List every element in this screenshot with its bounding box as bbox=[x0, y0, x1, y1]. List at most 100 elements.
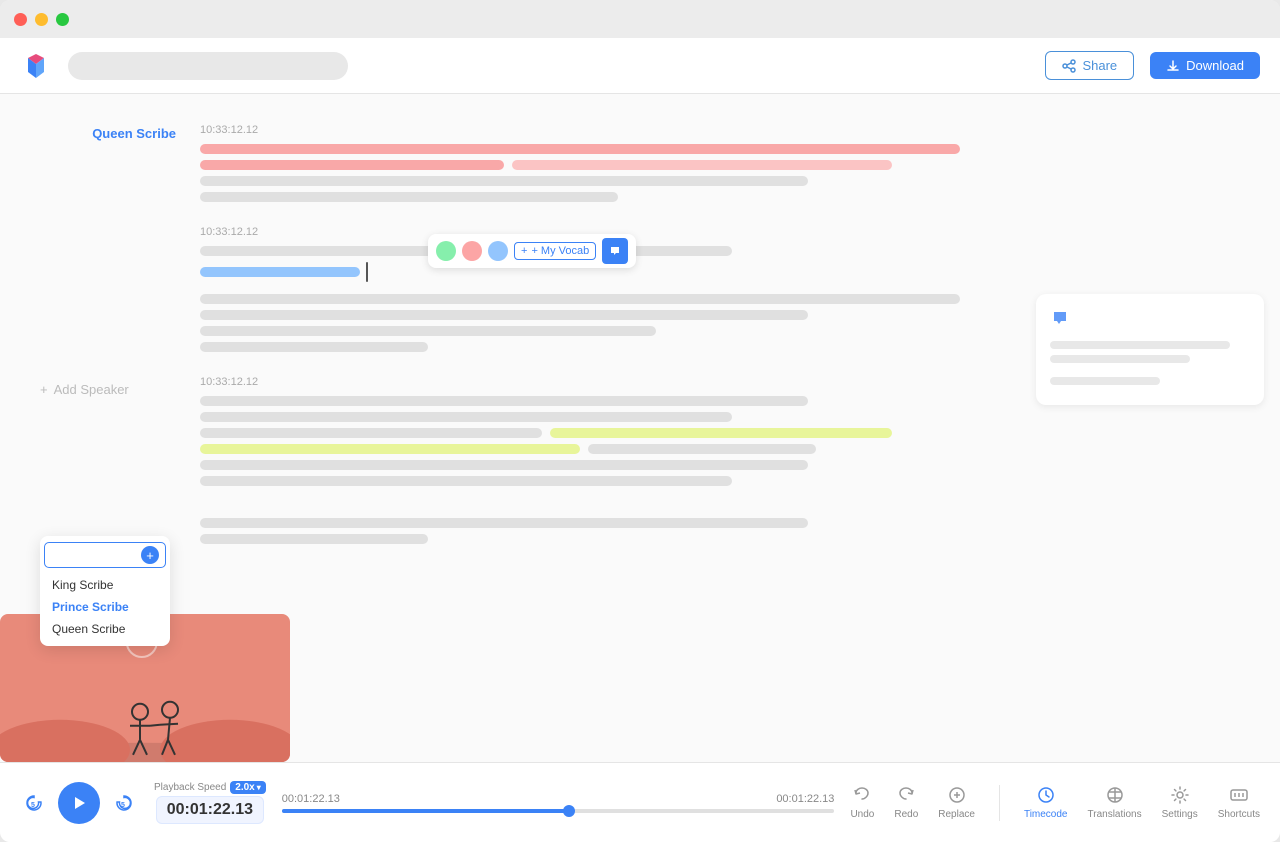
svg-text:5: 5 bbox=[31, 802, 35, 809]
shortcuts-icon bbox=[1229, 785, 1249, 805]
share-button[interactable]: Share bbox=[1045, 51, 1134, 80]
color-red-btn[interactable] bbox=[462, 241, 482, 261]
transcript-block-3: + Add Speaker 10:33:12.12 bbox=[0, 376, 1020, 544]
text-line bbox=[200, 460, 808, 470]
dropdown-item-queen[interactable]: Queen Scribe bbox=[44, 618, 166, 640]
my-vocab-button[interactable]: + + My Vocab bbox=[514, 242, 596, 260]
comment-text-line-3 bbox=[1050, 377, 1160, 385]
text-lines-2: + + My Vocab bbox=[200, 246, 960, 352]
comment-text-line-2 bbox=[1050, 355, 1190, 363]
text-line bbox=[200, 342, 428, 352]
dropdown-item-king[interactable]: King Scribe bbox=[44, 574, 166, 596]
speaker-dropdown[interactable]: + King Scribe Prince Scribe Queen Scribe bbox=[40, 536, 170, 646]
redo-icon bbox=[896, 785, 916, 805]
transcript-content-3: 10:33:12.12 bbox=[200, 376, 960, 544]
text-lines-1 bbox=[200, 144, 960, 202]
translations-group[interactable]: Translations bbox=[1088, 785, 1142, 820]
progress-bar[interactable] bbox=[282, 809, 835, 813]
current-time-label: 00:01:22.13 bbox=[282, 793, 340, 805]
text-line bbox=[200, 428, 542, 438]
text-line bbox=[200, 534, 428, 544]
timecode-icon bbox=[1036, 785, 1056, 805]
undo-group[interactable]: Undo bbox=[850, 785, 874, 820]
transcript-content-1: 10:33:12.12 bbox=[200, 124, 960, 202]
color-blue-btn[interactable] bbox=[488, 241, 508, 261]
text-line-highlighted bbox=[200, 444, 580, 454]
settings-group[interactable]: Settings bbox=[1162, 785, 1198, 820]
play-button[interactable] bbox=[58, 782, 100, 824]
add-speaker-label: Add Speaker bbox=[54, 382, 129, 397]
speaker-queen[interactable]: Queen Scribe bbox=[40, 124, 200, 202]
text-line bbox=[200, 412, 732, 422]
text-line-highlighted bbox=[550, 428, 892, 438]
titlebar bbox=[0, 0, 1280, 38]
maximize-button[interactable] bbox=[56, 13, 69, 26]
color-green-btn[interactable] bbox=[436, 241, 456, 261]
speaker-search-row: + bbox=[44, 542, 166, 568]
editor-area[interactable]: Queen Scribe 10:33:12.12 bbox=[0, 94, 1020, 762]
rewind-button[interactable]: 5 bbox=[20, 789, 48, 817]
download-button[interactable]: Download bbox=[1150, 52, 1260, 79]
text-line bbox=[200, 310, 808, 320]
text-line bbox=[200, 518, 808, 528]
dropdown-item-prince[interactable]: Prince Scribe bbox=[44, 596, 166, 618]
timecode-display: 00:01:22.13 bbox=[156, 796, 264, 824]
text-line bbox=[588, 444, 816, 454]
comment-icon bbox=[609, 245, 621, 257]
document-title-input[interactable] bbox=[68, 52, 348, 80]
undo-icon bbox=[852, 785, 872, 805]
text-line bbox=[200, 326, 656, 336]
selected-text bbox=[200, 267, 360, 277]
vocab-plus-icon: + bbox=[521, 245, 527, 257]
speaker-block2 bbox=[40, 226, 200, 352]
shortcuts-group[interactable]: Shortcuts bbox=[1218, 785, 1260, 820]
replace-label: Replace bbox=[938, 809, 975, 820]
timestamp-3: 10:33:12.12 bbox=[200, 376, 960, 388]
add-speaker-btn[interactable]: + bbox=[141, 546, 159, 564]
minimize-button[interactable] bbox=[35, 13, 48, 26]
redo-label: Redo bbox=[894, 809, 918, 820]
undo-label: Undo bbox=[850, 809, 874, 820]
transcript-block-1: Queen Scribe 10:33:12.12 bbox=[0, 124, 1020, 202]
text-line bbox=[200, 144, 960, 154]
progress-times: 00:01:22.13 00:01:22.13 bbox=[282, 793, 835, 805]
progress-bar-fill bbox=[282, 809, 569, 813]
playback-controls: 5 5 bbox=[20, 782, 138, 824]
add-speaker-row[interactable]: + Add Speaker bbox=[40, 378, 176, 401]
translations-label: Translations bbox=[1088, 809, 1142, 820]
text-line bbox=[200, 396, 808, 406]
progress-section: 00:01:22.13 00:01:22.13 bbox=[282, 793, 835, 813]
settings-label: Settings bbox=[1162, 809, 1198, 820]
timestamp-1: 10:33:12.12 bbox=[200, 124, 960, 136]
text-line bbox=[200, 476, 732, 486]
transcript-block-2: 10:33:12.12 + bbox=[0, 226, 1020, 352]
close-button[interactable] bbox=[14, 13, 27, 26]
redo-group[interactable]: Redo bbox=[894, 785, 918, 820]
timecode-group[interactable]: Timecode bbox=[1024, 785, 1068, 820]
settings-icon bbox=[1170, 785, 1190, 805]
speed-section: Playback Speed 2.0x ▾ 00:01:22.13 bbox=[154, 781, 266, 824]
translations-icon bbox=[1105, 785, 1125, 805]
progress-thumb[interactable] bbox=[563, 805, 575, 817]
main-content: Queen Scribe 10:33:12.12 bbox=[0, 94, 1280, 762]
speaker-search-input[interactable] bbox=[51, 548, 131, 562]
end-time-label: 00:01:22.13 bbox=[776, 793, 834, 805]
inline-toolbar: + + My Vocab bbox=[428, 234, 636, 268]
speed-label: Playback Speed bbox=[154, 782, 226, 793]
text-line bbox=[200, 176, 808, 186]
speed-value: 2.0x bbox=[235, 782, 254, 793]
replace-group[interactable]: Replace bbox=[938, 785, 975, 820]
text-cursor bbox=[366, 262, 368, 282]
video-illustration bbox=[0, 658, 290, 762]
vocab-label: + My Vocab bbox=[531, 245, 589, 257]
comment-card bbox=[1036, 294, 1264, 405]
logo bbox=[20, 50, 52, 82]
share-icon bbox=[1062, 59, 1076, 73]
right-panel bbox=[1020, 94, 1280, 762]
add-speaker-icon: + bbox=[40, 382, 48, 397]
transcript-content-2: 10:33:12.12 + bbox=[200, 226, 960, 352]
speed-badge[interactable]: 2.0x ▾ bbox=[230, 781, 265, 794]
comment-button[interactable] bbox=[602, 238, 628, 264]
app-header: Share Download bbox=[0, 38, 1280, 94]
forward-button[interactable]: 5 bbox=[110, 789, 138, 817]
